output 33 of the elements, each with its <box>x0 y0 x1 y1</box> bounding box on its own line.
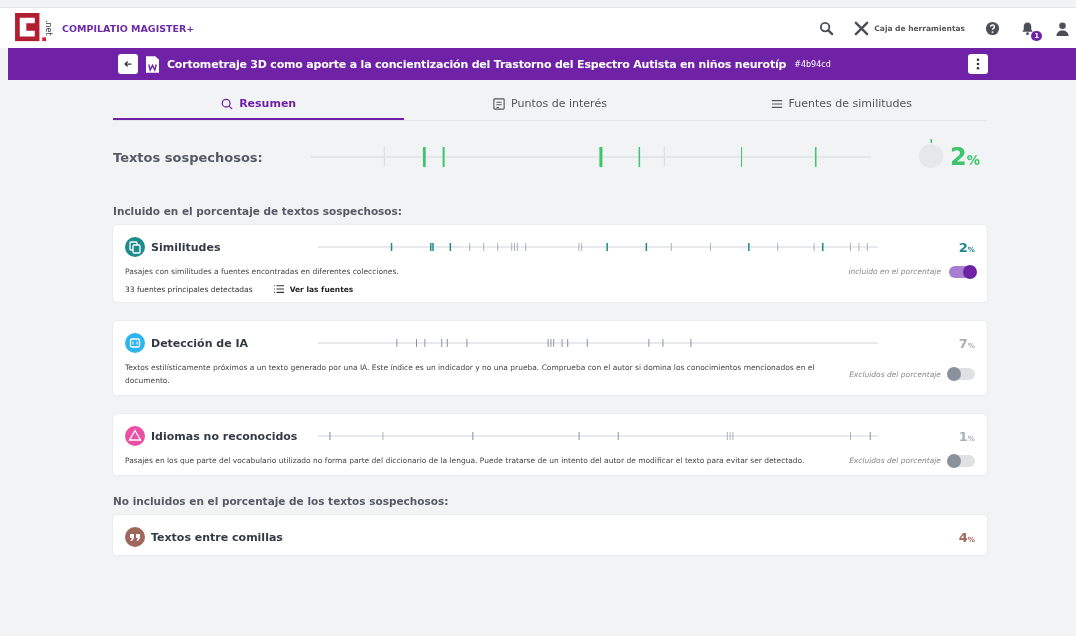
category-title: Textos entre comillas <box>151 530 284 544</box>
section-heading: Incluido en el porcentaje de textos sospechosos: <box>113 205 404 217</box>
word-document-icon <box>146 55 159 73</box>
section-heading: No incluidos en el porcentaje de los textos sospechosos: <box>113 495 450 507</box>
tab[interactable]: Puntos de interés <box>404 80 696 120</box>
tab[interactable]: Fuentes de similitudes <box>695 80 987 120</box>
list-icon <box>770 97 783 110</box>
toggle-switch[interactable] <box>949 454 975 467</box>
document-id: #4b94cd <box>794 59 831 69</box>
bell-icon[interactable] <box>1020 20 1035 36</box>
user-icon[interactable] <box>1055 20 1070 36</box>
back-button[interactable] <box>118 54 138 74</box>
help-icon[interactable] <box>985 20 1000 36</box>
more-icon <box>976 58 980 70</box>
back-arrow-icon <box>123 59 133 69</box>
suspicious-texts-label: Textos sospechosos: <box>113 149 264 165</box>
logo-icon <box>14 13 48 43</box>
gauge-icon <box>918 139 944 169</box>
document-icon <box>493 97 506 110</box>
category-title: Detección de IA <box>151 336 250 350</box>
search-icon[interactable] <box>819 20 835 36</box>
suspicious-percentage: 2% <box>950 143 980 171</box>
toggle-switch[interactable] <box>949 265 975 278</box>
category-title: Similitudes <box>151 240 222 254</box>
list-icon <box>272 284 285 294</box>
toggle-switch[interactable] <box>949 368 975 380</box>
category-title: Idiomas no reconocidos <box>151 429 299 443</box>
document-title: Cortometraje 3D como aporte a la concientización del Trastorno del Espectro Autista en niños neurotíp <box>167 57 787 71</box>
tab[interactable]: Resumen <box>113 80 405 120</box>
logo-text: .net <box>44 20 52 36</box>
app-name: COMPILATIO MAGISTER+ <box>62 22 195 34</box>
search-icon <box>221 97 234 110</box>
more-options-button[interactable] <box>968 54 988 74</box>
